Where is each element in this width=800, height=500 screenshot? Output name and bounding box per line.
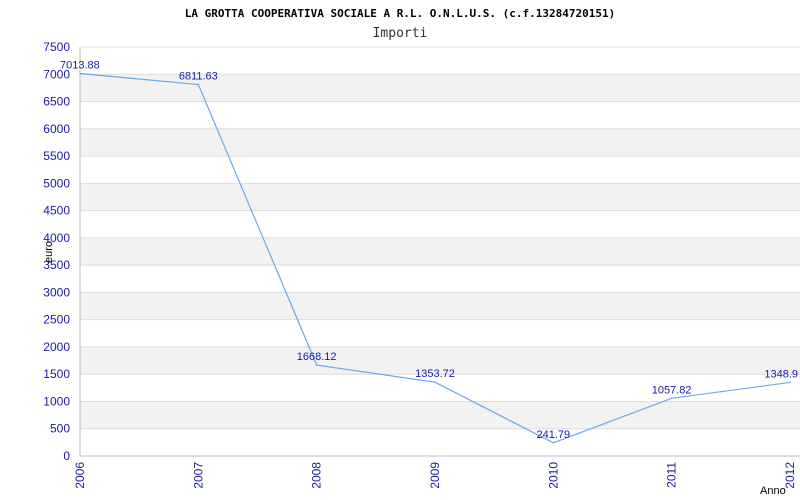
grid-band [80, 183, 800, 211]
x-axis-label: Anno [760, 485, 786, 497]
data-label: 241.79 [537, 429, 571, 441]
chart-title: LA GROTTA COOPERATIVA SOCIALE A R.L. O.N… [185, 7, 615, 20]
y-tick-label: 2500 [43, 313, 70, 327]
y-tick-label: 5000 [43, 176, 70, 190]
data-label: 7013.88 [60, 60, 100, 72]
data-point [670, 397, 673, 400]
y-tick-label: 1500 [43, 367, 70, 381]
data-point [434, 381, 436, 383]
grid-band [80, 292, 800, 320]
y-tick-label: 7500 [43, 40, 70, 54]
data-point [789, 381, 791, 384]
y-tick-label: 4500 [43, 204, 70, 218]
x-tick-label: 2008 [310, 462, 324, 489]
y-tick-label: 3000 [43, 285, 70, 299]
grid-band [80, 401, 800, 429]
data-label: 6811.63 [179, 71, 218, 83]
y-tick-label: 5500 [43, 149, 70, 163]
y-tick-label: 500 [50, 422, 70, 436]
data-label: 1353.72 [415, 368, 455, 380]
data-label: 1057.82 [652, 384, 692, 396]
y-tick-label: 0 [63, 449, 70, 463]
chart-subtitle: Importi [373, 26, 428, 41]
chart: LA GROTTA COOPERATIVA SOCIALE A R.L. O.N… [43, 7, 800, 497]
x-tick-label: 2007 [191, 462, 205, 489]
y-tick-label: 6500 [43, 95, 70, 109]
y-tick-label: 2000 [43, 340, 70, 354]
data-label: 1668.12 [297, 351, 337, 363]
grid-band [80, 128, 800, 157]
x-tick-label: 2010 [546, 462, 560, 489]
x-tick-label: 2009 [428, 462, 442, 489]
data-point [79, 72, 81, 75]
x-tick-labels: 2006 2007 2008 2009 2010 2011 2012 [73, 462, 797, 489]
data-point [197, 83, 200, 86]
data-label: 1348.9 [764, 368, 798, 380]
data-point [552, 442, 555, 444]
data-point [315, 364, 318, 366]
y-tick-label: 1000 [43, 394, 70, 408]
x-tick-label: 2006 [73, 462, 87, 489]
y-tick-label: 6000 [43, 122, 70, 136]
x-tick-label: 2011 [665, 462, 679, 488]
grid-band [80, 237, 800, 266]
y-axis-label: euro [43, 241, 55, 263]
